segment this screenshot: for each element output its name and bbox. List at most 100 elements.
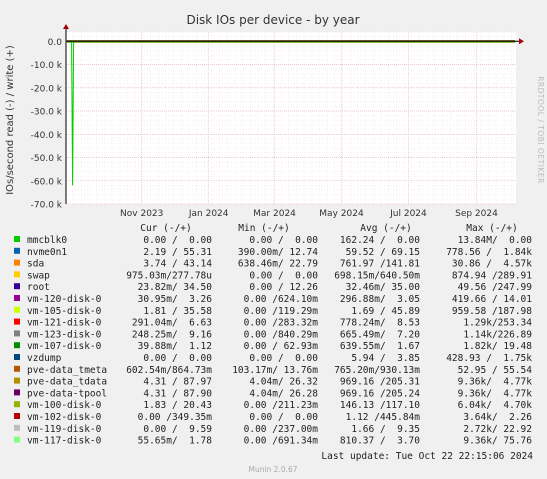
legend-value-max: 1.14k/226.89: [463, 329, 532, 340]
legend-swatch: [14, 424, 20, 431]
legend-swatch: [14, 365, 20, 372]
rrdtool-credit: RRDTOOL / TOBI OETIKER: [536, 76, 545, 184]
legend-value-cur: 975.03m/277.78u: [126, 270, 212, 281]
legend-swatch: [14, 436, 20, 443]
legend-swatch: [14, 413, 20, 419]
x-tick-label: Jul 2024: [389, 209, 427, 219]
legend-value-avg: 765.20m/930.13m: [334, 365, 420, 376]
legend-value-avg: 969.16 /205.24: [340, 388, 420, 399]
legend-value-max: 30.86 / 4.57k: [452, 259, 532, 270]
last-update: Last update: Tue Oct 22 22:15:06 2024: [321, 451, 533, 462]
legend-value-min: 0.00 /211.23m: [244, 400, 319, 411]
legend-value-max: 3.64k/ 2.26: [463, 412, 532, 423]
legend-name: vm-120-disk-0: [27, 294, 102, 305]
x-tick-label: May 2024: [319, 209, 364, 219]
legend-name: vm-119-disk-0: [27, 424, 102, 435]
legend-value-min: 638.46m/ 22.79: [238, 259, 318, 270]
legend-swatch: [14, 389, 20, 396]
legend-name: root: [27, 282, 50, 293]
legend-swatch: [14, 236, 20, 242]
y-tick-label: -10.0 k: [31, 61, 63, 71]
legend-header-max: Max (-/+): [466, 223, 517, 234]
legend-value-cur: 30.95m/ 3.26: [138, 294, 213, 305]
chart-title: Disk IOs per device - by year: [186, 13, 359, 27]
legend-value-min: 4.04m/ 26.32: [249, 377, 318, 388]
legend-value-max: 49.56 /247.99: [458, 282, 533, 293]
legend-swatch: [14, 342, 20, 349]
y-tick-label: 0.0: [48, 38, 63, 48]
legend-value-avg: 59.52 / 69.15: [346, 247, 420, 258]
legend-header-cur: Cur (-/+): [140, 223, 191, 234]
legend-value-avg: 761.97 /141.81: [340, 259, 420, 270]
legend-value-max: 9.36k/ 4.77k: [458, 377, 533, 388]
legend-value-cur: 602.54m/864.73m: [126, 365, 212, 376]
legend-swatch: [14, 354, 20, 360]
legend-name: mmcblk0: [27, 235, 67, 246]
legend-value-cur: 248.25m/ 9.16: [132, 329, 212, 340]
legend-value-cur: 1.81 / 35.58: [143, 306, 212, 317]
legend-value-min: 0.00 /283.32m: [244, 318, 319, 329]
legend-value-cur: 55.65m/ 1.78: [138, 436, 213, 447]
legend-value-cur: 291.04m/ 6.63: [132, 318, 212, 329]
legend-value-avg: 1.69 / 45.89: [351, 306, 420, 317]
x-tick-label: Nov 2023: [120, 209, 163, 219]
legend-value-min: 390.00m/ 12.74: [238, 247, 318, 258]
legend-value-cur: 0.00 / 0.00: [143, 353, 212, 364]
legend-value-max: 9.36k/ 4.77k: [458, 388, 533, 399]
y-tick-label: -50.0 k: [31, 154, 63, 164]
disk-io-chart: Disk IOs per device - by year RRDTOOL / …: [0, 0, 547, 479]
legend-value-avg: 5.94 / 3.85: [351, 353, 420, 364]
legend-name: vzdump: [27, 353, 62, 364]
y-tick-label: -30.0 k: [31, 108, 63, 118]
legend-value-cur: 0.00 / 0.00: [143, 235, 212, 246]
x-tick-label: Jan 2024: [188, 209, 229, 219]
legend-value-max: 1.29k/253.34: [463, 318, 532, 329]
legend-value-cur: 39.88m/ 1.12: [138, 341, 212, 352]
legend-value-avg: 665.49m/ 7.20: [340, 329, 420, 340]
legend-value-max: 2.72k/ 22.92: [463, 424, 532, 435]
legend-swatch: [14, 401, 20, 408]
legend-value-avg: 1.12 /445.84m: [346, 412, 421, 423]
legend-value-min: 0.00 / 0.00: [249, 235, 318, 246]
legend-swatch: [14, 259, 20, 266]
legend-value-min: 0.00 /624.10m: [244, 294, 319, 305]
legend-value-min: 0.00 /237.00m: [244, 424, 319, 435]
legend-header-min: Min (-/+): [238, 223, 289, 234]
legend-value-cur: 3.74 / 43.14: [143, 259, 212, 270]
y-tick-label: -40.0 k: [31, 131, 63, 141]
legend-value-avg: 639.55m/ 1.67: [340, 341, 420, 352]
legend-value-min: 0.00 / 0.00: [249, 353, 318, 364]
legend-value-cur: 2.19 / 55.31: [143, 247, 212, 258]
legend-name: vm-100-disk-0: [27, 400, 102, 411]
y-tick-label: -70.0 k: [31, 201, 63, 211]
legend-value-max: 6.04k/ 4.70k: [458, 400, 533, 411]
legend-swatch: [14, 377, 20, 384]
legend-name: vm-105-disk-0: [27, 306, 102, 317]
x-tick-label: Sep 2024: [455, 209, 498, 219]
legend-value-max: 13.84M/ 0.00: [458, 235, 533, 246]
x-tick-label: Mar 2024: [253, 209, 296, 219]
legend-name: pve-data_tdata: [27, 377, 107, 388]
legend-value-avg: 32.46m/ 35.00: [346, 282, 421, 293]
legend-value-avg: 162.24 / 0.00: [340, 235, 420, 246]
legend-name: vm-107-disk-0: [27, 341, 102, 352]
legend-value-min: 0.00 /840.29m: [244, 329, 319, 340]
legend-value-max: 9.36k/ 75.76: [463, 436, 532, 447]
legend-value-min: 0.00 / 12.26: [249, 282, 318, 293]
munin-version: Munin 2.0.67: [248, 465, 297, 474]
legend-value-avg: 698.15m/640.50m: [334, 270, 420, 281]
legend-swatch: [14, 271, 20, 278]
legend-value-min: 0.00 / 0.00: [249, 412, 318, 423]
legend-value-avg: 296.88m/ 3.05: [340, 294, 420, 305]
legend-value-min: 4.04m/ 26.28: [249, 388, 318, 399]
legend-name: swap: [27, 270, 50, 281]
legend-header-avg: Avg (-/+): [360, 223, 411, 234]
legend-value-avg: 810.37 / 3.70: [340, 436, 420, 447]
legend-name: vm-123-disk-0: [27, 329, 102, 340]
legend-name: sda: [27, 259, 44, 270]
legend-name: vm-117-disk-0: [27, 436, 102, 447]
legend-value-cur: 0.00 / 9.59: [143, 424, 212, 435]
legend-value-min: 0.00 /691.34m: [244, 436, 319, 447]
legend-value-min: 0.00 / 62.93m: [244, 341, 319, 352]
legend-value-min: 103.17m/ 13.76m: [232, 365, 318, 376]
